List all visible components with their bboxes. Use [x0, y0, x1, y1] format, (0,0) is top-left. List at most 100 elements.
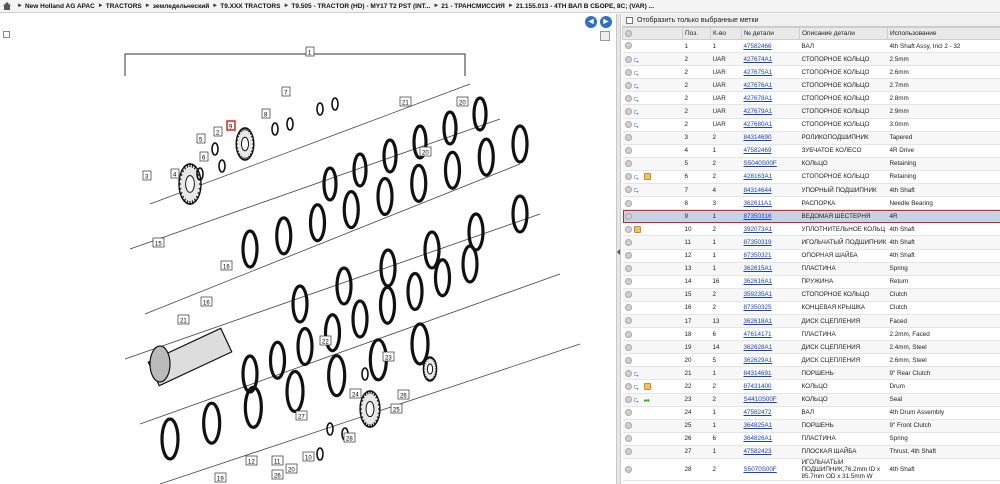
cell-part[interactable]: 87350325 — [741, 301, 800, 315]
table-row[interactable]: 4 1 47582469 ЗУБЧАТОЕ КОЛЕСО 4R Drive — [622, 144, 1000, 158]
table-row[interactable]: ⮎ 2 UAR 427680A1 СТОПОРНОЕ КОЛЬЦО 3.0mm — [622, 118, 1000, 132]
show-selected-checkbox[interactable] — [626, 16, 633, 24]
table-row[interactable]: ⮎ 2 UAR 427679A1 СТОПОРНОЕ КОЛЬЦО 2.9mm — [622, 104, 1000, 119]
part-number-link[interactable]: 362611A1 — [744, 200, 772, 207]
info-icon[interactable] — [624, 317, 632, 325]
info-icon[interactable] — [624, 382, 632, 390]
home-icon[interactable] — [3, 2, 11, 10]
cell-part[interactable]: 47582423 — [741, 445, 800, 460]
cell-part[interactable]: S5040S00F — [741, 157, 800, 171]
info-icon[interactable] — [624, 121, 632, 129]
info-icon[interactable] — [624, 251, 632, 259]
info-icon[interactable] — [624, 343, 632, 351]
replacement-link-icon[interactable]: ⮎ — [634, 56, 642, 64]
callout-label[interactable]: 20 — [419, 146, 432, 157]
cell-part[interactable]: 362618A1 — [741, 314, 800, 329]
callout-label[interactable]: 16 — [200, 296, 213, 307]
part-number-link[interactable]: 362616A1 — [744, 278, 773, 285]
col-header-pos[interactable]: Поз. — [682, 27, 711, 40]
cell-part[interactable]: 427680A1 — [741, 118, 800, 132]
cell-part[interactable]: 87350316 — [741, 209, 800, 224]
callout-label[interactable]: 26 — [397, 389, 410, 400]
table-row[interactable]: 14 16 362616A1 ПРУЖИНА Return — [622, 275, 1000, 289]
callout-label[interactable]: 20 — [456, 96, 469, 107]
col-header-qty[interactable]: К-во — [710, 27, 742, 40]
info-icon[interactable] — [624, 330, 632, 338]
cell-part[interactable]: 84314690 — [741, 131, 800, 145]
cell-part[interactable]: 364825A1 — [741, 419, 800, 433]
table-row[interactable]: 12 1 87350321 ОПОРНАЯ ШАЙБА 4th Shaft — [622, 249, 1000, 263]
replacement-link-icon[interactable]: ⮎ — [634, 108, 642, 116]
info-icon[interactable] — [624, 160, 632, 168]
part-number-link[interactable]: 362628A1 — [744, 344, 773, 351]
part-number-link[interactable]: 87350319 — [744, 239, 772, 246]
replacement-link-icon[interactable]: ⮎ — [634, 121, 642, 129]
callout-label[interactable]: 19 — [214, 472, 227, 483]
part-number-link[interactable]: 427679A1 — [744, 108, 773, 115]
breadcrumb-item[interactable]: New Holland AG APAC — [25, 3, 95, 10]
info-icon[interactable] — [624, 422, 632, 430]
breadcrumb-item[interactable]: земледельческий — [153, 3, 210, 10]
part-number-link[interactable]: 84314644 — [744, 187, 772, 194]
replacement-link-icon[interactable]: ⮎ — [634, 186, 642, 194]
part-number-link[interactable]: S5070S00F — [744, 466, 777, 473]
table-row[interactable]: ⮎ 2 UAR 427678A1 СТОПОРНОЕ КОЛЬЦО 2.8mm — [622, 91, 1000, 106]
table-row[interactable]: ⮎ 2 UAR 427676A1 СТОПОРНОЕ КОЛЬЦО 2.7mm — [622, 78, 1000, 93]
callout-label[interactable]: 12 — [245, 455, 258, 466]
package-icon[interactable] — [633, 225, 641, 233]
part-number-link[interactable]: S5040S00F — [744, 160, 777, 167]
cell-part[interactable]: 47582469 — [741, 144, 800, 158]
replacement-link-icon[interactable]: ⮎ — [634, 82, 642, 90]
col-header-use[interactable]: Использование — [887, 27, 1000, 40]
cell-part[interactable]: 427678A1 — [741, 91, 800, 106]
table-row[interactable]: 11 1 87350319 ИГОЛЬЧАТЫЙ ПОДШИПНИК 4th Shaft — [622, 235, 1000, 250]
table-row[interactable]: 24 1 47582472 ВАЛ 4th Drum Assembly — [622, 406, 1000, 420]
table-row[interactable]: ⮎ ➦ 23 2 S4410S00F КОЛЬЦО Seal — [622, 393, 1000, 407]
info-icon[interactable] — [624, 448, 632, 456]
part-number-link[interactable]: 364826A1 — [744, 435, 773, 442]
callout-label[interactable]: 20 — [285, 463, 298, 474]
callout-label[interactable]: 8 — [261, 108, 271, 119]
table-row[interactable]: ⮎ 6 2 428163A1 СТОПОРНОЕ КОЛЬЦО Retaining — [622, 170, 1000, 185]
info-icon[interactable] — [624, 278, 632, 286]
part-number-link[interactable]: 87350321 — [744, 252, 772, 259]
cell-part[interactable]: 428163A1 — [741, 170, 800, 185]
table-row[interactable]: ⮎ 22 2 87431400 КОЛЬЦО Drum — [622, 379, 1000, 394]
callout-label[interactable]: 3 — [142, 170, 152, 181]
cell-part[interactable]: 84314691 — [741, 366, 800, 381]
table-row[interactable]: 16 2 87350325 КОНЦЕВАЯ КРЫШКА Clutch — [622, 301, 1000, 315]
splitter-arrow-icon[interactable] — [617, 249, 620, 255]
part-number-link[interactable]: 362618A1 — [744, 318, 773, 325]
exploded-view-drawing[interactable]: 123 4567891516212223242526272810111221202… — [0, 14, 616, 484]
col-header-desc[interactable]: Описание детали — [799, 27, 888, 40]
cell-part[interactable]: 392073A1 — [741, 222, 800, 237]
callout-label[interactable]: 21 — [177, 314, 190, 325]
table-row[interactable]: 28 2 S5070S00F ИГОЛЬЧАТЫЙ ПОДШИПНИК,76.2mm … — [622, 458, 1000, 481]
callout-label[interactable]: 22 — [319, 335, 332, 346]
breadcrumb-item[interactable]: T9.XXX TRACTORS — [220, 3, 280, 10]
callout-label[interactable]: 25 — [390, 403, 403, 414]
cell-part[interactable]: 427679A1 — [741, 104, 800, 119]
cell-part[interactable]: 87431400 — [741, 379, 800, 394]
replacement-link-icon[interactable]: ⮎ — [634, 95, 642, 103]
info-icon[interactable] — [624, 238, 632, 246]
part-number-link[interactable]: 427674A1 — [744, 56, 773, 63]
callout-label[interactable]: 1 — [305, 46, 315, 57]
cell-part[interactable]: S5070S00F — [741, 458, 800, 481]
table-row[interactable]: 5 2 S5040S00F КОЛЬЦО Retaining — [622, 157, 1000, 171]
table-row[interactable]: 18 6 47614171 ПЛАСТИНА 2.2mm, Faced — [622, 327, 1000, 342]
part-number-link[interactable]: 362629A1 — [744, 357, 773, 364]
breadcrumb-item[interactable]: 21 - ТРАНСМИССИЯ — [441, 3, 505, 10]
info-icon[interactable] — [624, 42, 632, 50]
part-number-link[interactable]: 428163A1 — [744, 173, 773, 180]
part-number-link[interactable]: 362615A1 — [744, 265, 773, 272]
info-icon[interactable] — [624, 265, 632, 273]
cell-part[interactable]: 87350319 — [741, 235, 800, 250]
info-icon[interactable] — [624, 212, 632, 220]
callout-label[interactable]: 7 — [281, 86, 291, 97]
replacement-link-icon[interactable]: ⮎ — [634, 173, 642, 181]
info-icon[interactable] — [624, 409, 632, 417]
table-row[interactable]: 8 3 362611A1 РАСПОРКА Needle Bearing — [622, 196, 1000, 211]
part-number-link[interactable]: 47582472 — [744, 409, 772, 416]
table-row[interactable]: 25 1 364825A1 ПОРШЕНЬ 9" Front Clutch — [622, 419, 1000, 433]
